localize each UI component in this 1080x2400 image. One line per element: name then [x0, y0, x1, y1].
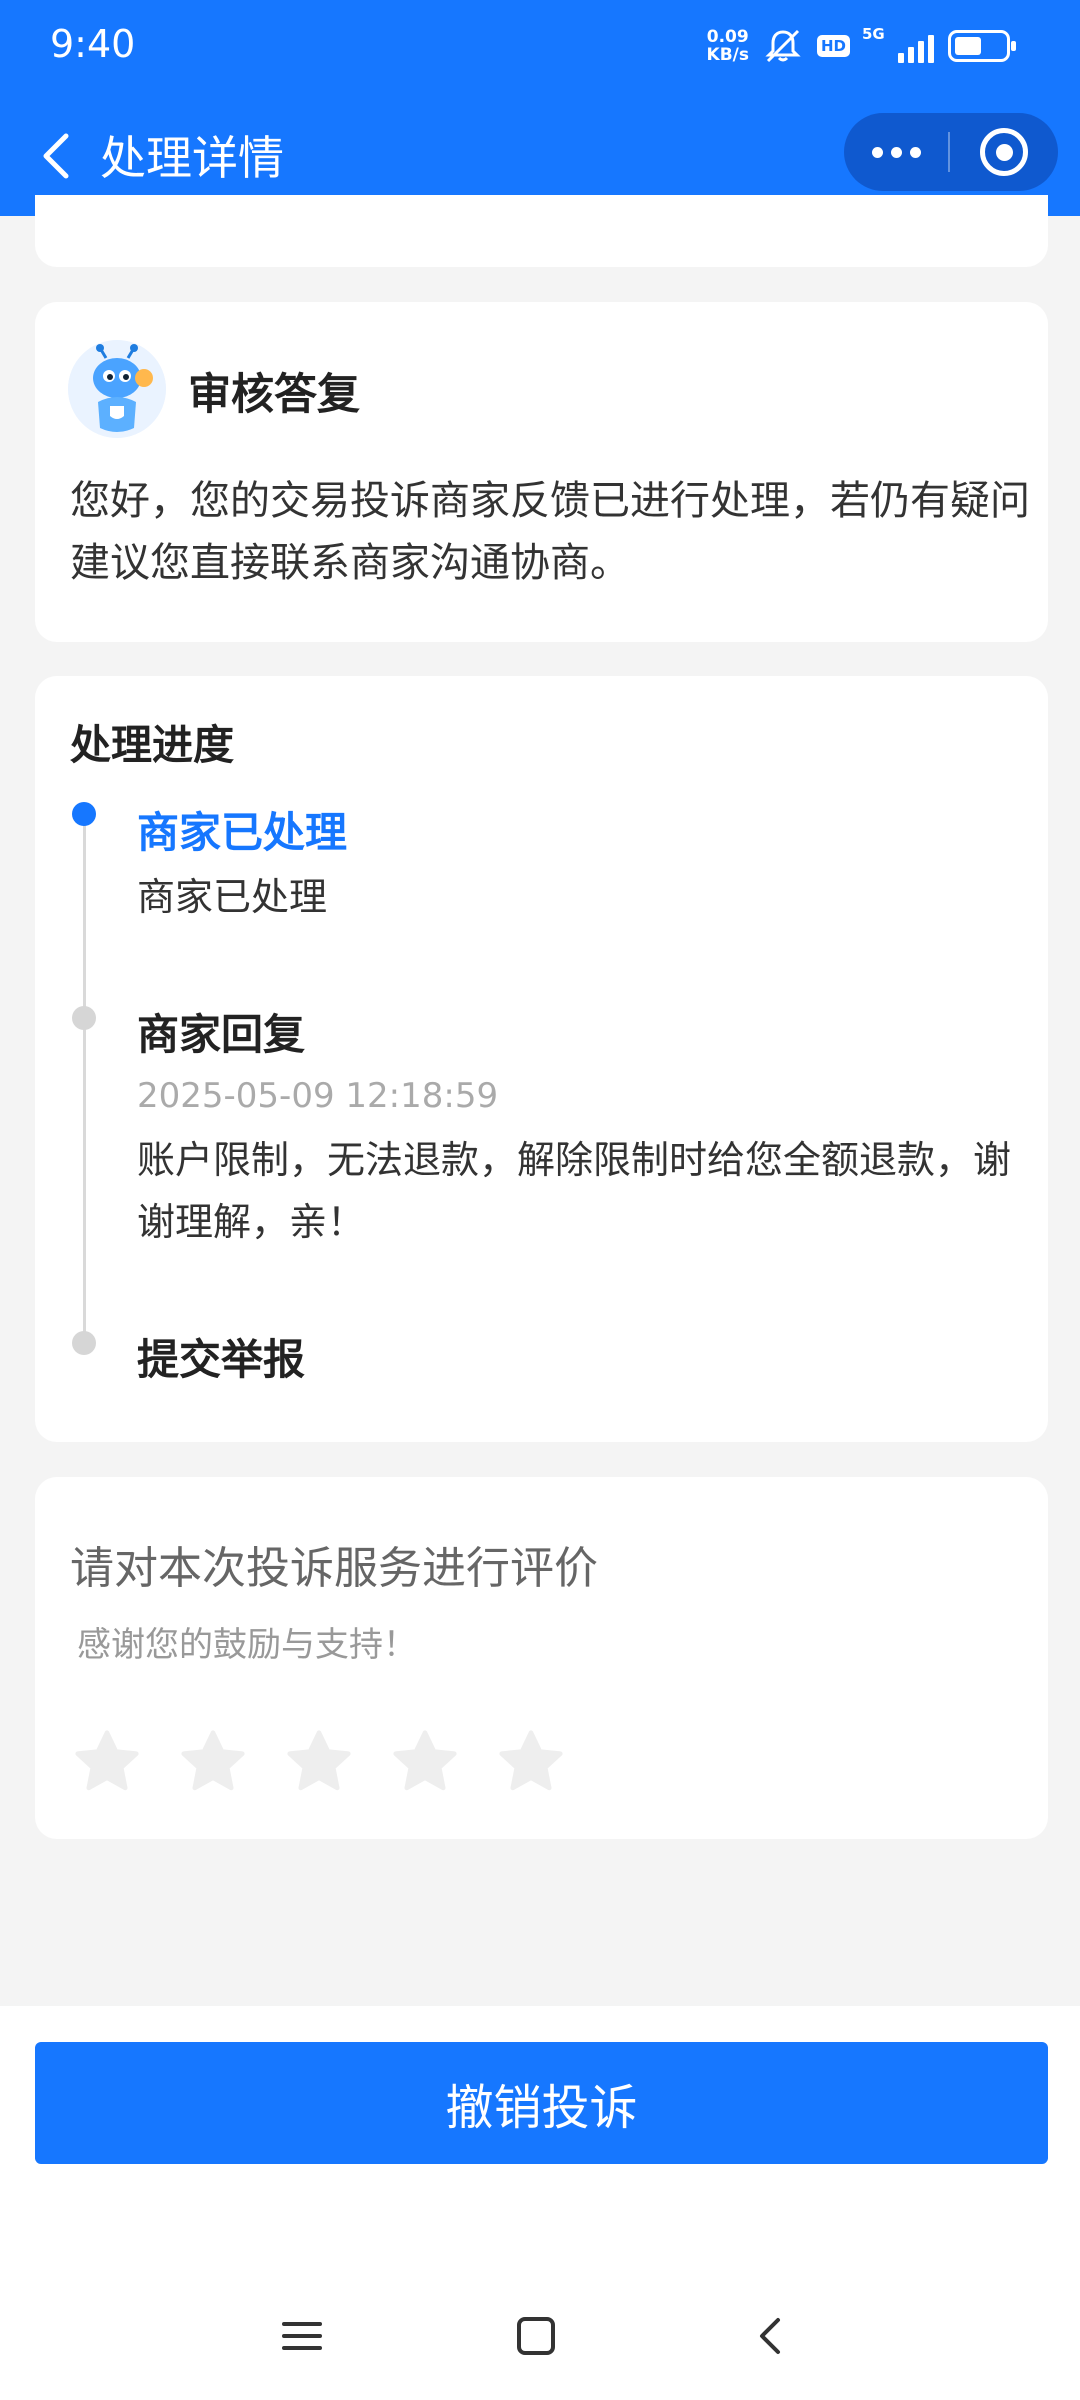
network-speed-value: 0.09	[706, 27, 749, 47]
page-title: 处理详情	[100, 131, 284, 185]
timeline-dot	[72, 1331, 96, 1355]
timeline-step-desc: 账户限制，无法退款，解除限制时给您全额退款，谢谢理解，亲！	[137, 1138, 1012, 1244]
timeline-step-title: 商家回复	[137, 1010, 306, 1059]
progress-card: 处理进度 商家已处理 商家已处理 商家回复 2025-05-09 12:18:5…	[35, 676, 1048, 1442]
back-button[interactable]	[30, 128, 86, 184]
mute-bell-icon	[765, 29, 801, 63]
star-icon[interactable]	[282, 1725, 356, 1799]
nav-bar: 处理详情	[0, 110, 1080, 200]
menu-icon	[282, 2322, 322, 2350]
close-mini-program-button[interactable]	[950, 113, 1058, 191]
rating-title: 请对本次投诉服务进行评价	[70, 1543, 598, 1594]
hd-badge: HD	[816, 35, 850, 57]
rating-subtitle: 感谢您的鼓励与支持！	[77, 1625, 417, 1665]
battery-icon	[948, 30, 1016, 62]
system-nav-bar	[0, 2296, 1080, 2376]
target-icon	[980, 128, 1028, 176]
timeline-step-title: 商家已处理	[137, 808, 348, 857]
progress-title: 处理进度	[70, 721, 234, 769]
bottom-action-area: 撤销投诉	[0, 2006, 1080, 2400]
status-icons: 0.09 KB/s HD 5G	[707, 24, 1016, 68]
network-speed-unit: KB/s	[706, 45, 749, 65]
star-icon[interactable]	[176, 1725, 250, 1799]
star-icon[interactable]	[494, 1725, 568, 1799]
timeline-dot-active	[72, 802, 96, 826]
square-icon	[517, 2317, 555, 2355]
reply-title: 审核答复	[188, 370, 360, 420]
star-rating	[70, 1725, 568, 1799]
app-header: 9:40 0.09 KB/s HD 5G 处理详情	[0, 0, 1080, 216]
timeline-step-time: 2025-05-09 12:18:59	[137, 1076, 499, 1116]
more-icon	[871, 146, 883, 158]
star-icon[interactable]	[388, 1725, 462, 1799]
reply-text: 您好，您的交易投诉商家反馈已进行处理，若仍有疑问建议您直接联系商家沟通协商。	[70, 478, 1030, 586]
previous-card	[35, 195, 1048, 267]
timeline-line	[83, 816, 86, 1346]
review-reply-card: 审核答复 您好，您的交易投诉商家反馈已进行处理，若仍有疑问建议您直接联系商家沟通…	[35, 302, 1048, 642]
mini-program-capsule	[844, 113, 1058, 191]
home-button[interactable]	[496, 2296, 576, 2376]
status-time: 9:40	[50, 22, 136, 66]
robot-ant-icon	[68, 340, 166, 438]
timeline-step-desc: 商家已处理	[137, 875, 328, 919]
status-bar: 9:40 0.09 KB/s HD 5G	[0, 0, 1080, 96]
chevron-left-icon	[760, 2318, 780, 2354]
network-speed: 0.09 KB/s	[707, 28, 749, 64]
star-icon[interactable]	[70, 1725, 144, 1799]
system-back-button[interactable]	[730, 2296, 810, 2376]
revoke-complaint-button[interactable]: 撤销投诉	[35, 2042, 1048, 2164]
timeline-dot	[72, 1006, 96, 1030]
signal-icon: 5G	[862, 25, 934, 63]
timeline-step-title: 提交举报	[137, 1335, 306, 1384]
avatar	[68, 340, 166, 438]
chevron-left-icon	[43, 133, 69, 179]
recent-apps-button[interactable]	[262, 2296, 342, 2376]
network-type: 5G	[862, 25, 885, 43]
rating-card: 请对本次投诉服务进行评价 感谢您的鼓励与支持！	[35, 1477, 1048, 1839]
more-button[interactable]	[844, 113, 948, 191]
